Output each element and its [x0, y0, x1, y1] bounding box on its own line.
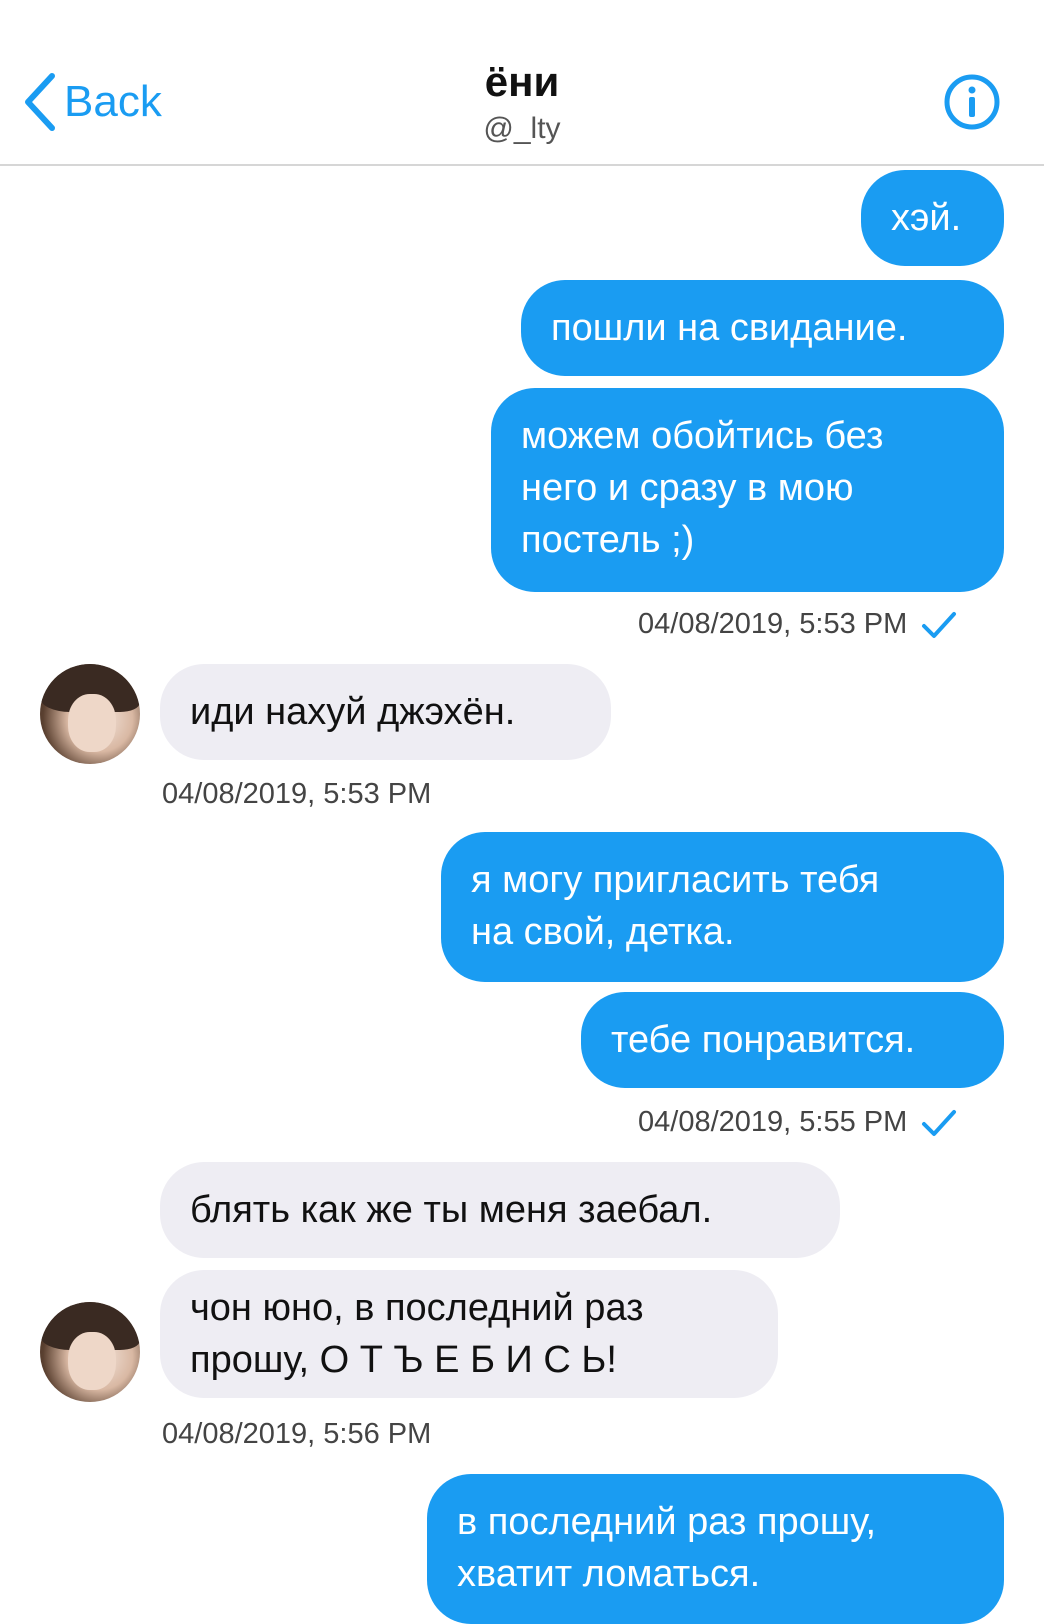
info-icon[interactable] — [944, 74, 1000, 130]
message-bubble-incoming[interactable]: блять как же ты меня заебал. — [160, 1162, 840, 1258]
message-bubble-outgoing[interactable]: тебе понравится. — [581, 992, 1004, 1088]
message-bubble-outgoing[interactable]: я могу пригласить тебя на свой, детка. — [441, 832, 1004, 982]
message-bubble-outgoing[interactable]: хэй. — [861, 170, 1004, 266]
message-timestamp: 04/08/2019, 5:53 PM — [162, 778, 432, 810]
read-check-icon — [922, 1109, 957, 1136]
message-timestamp: 04/08/2019, 5:55 PM — [638, 1106, 957, 1139]
message-bubble-outgoing[interactable]: можем обойтись без него и сразу в мою по… — [491, 388, 1004, 592]
message-bubble-outgoing[interactable]: в последний раз прошу, хватит ломаться. — [427, 1474, 1004, 1624]
timestamp-text: 04/08/2019, 5:53 PM — [638, 608, 908, 640]
message-bubble-incoming[interactable]: чон юно, в последний раз прошу, О Т Ъ Е … — [160, 1270, 778, 1398]
message-timestamp: 04/08/2019, 5:53 PM — [638, 608, 957, 641]
timestamp-text: 04/08/2019, 5:55 PM — [638, 1106, 908, 1138]
message-bubble-incoming[interactable]: иди нахуй джэхён. — [160, 664, 611, 760]
contact-handle: @_lty — [483, 112, 561, 145]
message-bubble-outgoing[interactable]: пошли на свидание. — [521, 280, 1004, 376]
contact-avatar[interactable] — [40, 664, 140, 764]
chat-header: Back ёни @_lty — [0, 0, 1044, 166]
contact-avatar[interactable] — [40, 1302, 140, 1402]
message-timestamp: 04/08/2019, 5:56 PM — [162, 1418, 432, 1450]
read-check-icon — [922, 611, 957, 638]
contact-name: ёни — [484, 58, 560, 105]
